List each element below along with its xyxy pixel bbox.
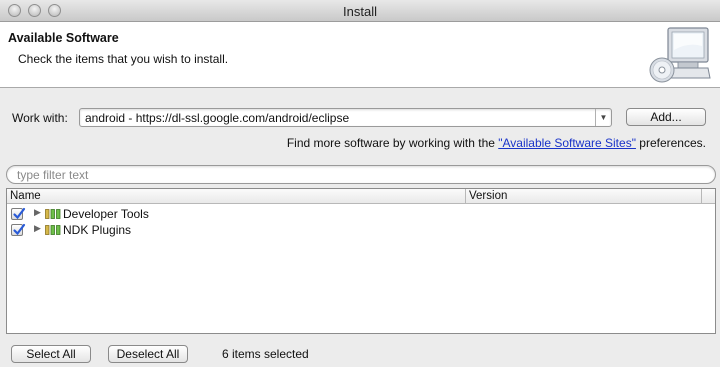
column-header-name[interactable]: Name [10,190,41,202]
software-table[interactable]: Name Version ▶ Developer Tools ▶ NDK Plu… [6,188,716,334]
add-site-button[interactable]: Add... [626,108,706,126]
page-description: Check the items that you wish to install… [18,52,229,66]
expand-arrow-icon[interactable]: ▶ [34,207,41,218]
install-computer-icon [649,27,711,83]
column-header-version[interactable]: Version [469,190,507,202]
feature-group-icon [45,225,61,235]
table-row[interactable]: ▶ NDK Plugins [7,222,715,238]
filter-field[interactable] [6,165,716,184]
column-divider [701,189,702,204]
deselect-all-button[interactable]: Deselect All [108,345,188,363]
row-name: Developer Tools [63,207,149,221]
chevron-down-icon[interactable]: ▼ [595,109,611,126]
expand-arrow-icon[interactable]: ▶ [34,223,41,234]
row-checkbox[interactable] [11,223,26,236]
table-header: Name Version [7,189,715,204]
column-divider[interactable] [465,189,466,204]
title-bar: Install [0,0,720,22]
checkmark-icon [13,207,26,220]
page-heading: Available Software [8,31,119,45]
work-with-label: Work with: [12,111,68,125]
more-software-text: Find more software by working with the "… [287,136,706,150]
work-with-combo[interactable]: android - https://dl-ssl.google.com/andr… [79,108,612,127]
selection-status: 6 items selected [222,347,309,361]
row-checkbox[interactable] [11,207,26,220]
work-with-value: android - https://dl-ssl.google.com/andr… [85,111,350,125]
wizard-banner: Available Software Check the items that … [0,22,720,88]
window-title: Install [343,4,377,19]
checkmark-icon [13,223,26,236]
more-software-prefix: Find more software by working with the [286,136,499,150]
available-software-sites-link[interactable]: "Available Software Sites" [498,136,636,150]
more-software-suffix: preferences. [635,136,706,150]
filter-input[interactable] [17,168,697,182]
table-row[interactable]: ▶ Developer Tools [7,206,715,222]
select-all-button[interactable]: Select All [11,345,91,363]
feature-group-icon [45,209,61,219]
row-name: NDK Plugins [63,223,132,237]
